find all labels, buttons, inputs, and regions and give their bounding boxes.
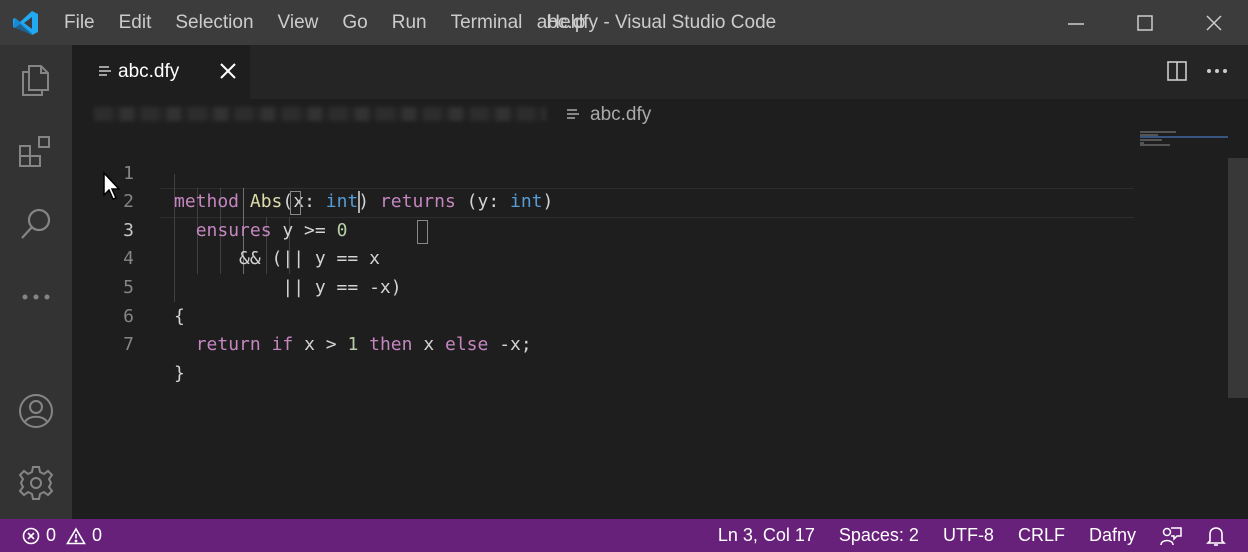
explorer-button[interactable] — [0, 50, 72, 110]
breadcrumb: abc.dfy — [72, 99, 1248, 131]
editor-actions — [1166, 60, 1228, 82]
code-line: 4 || y == -x) — [72, 217, 1132, 298]
editor-tab-bar: abc.dfy — [72, 45, 1248, 99]
minimap[interactable] — [1140, 131, 1228, 519]
maximize-button[interactable] — [1110, 0, 1179, 45]
code-line: 2 ensures y >= 0 — [72, 160, 1132, 241]
vertical-scrollbar[interactable] — [1228, 158, 1248, 398]
settings-gear-icon — [18, 466, 54, 500]
minimap-line — [1140, 139, 1162, 141]
more-button[interactable] — [0, 267, 72, 327]
minimap-line — [1140, 144, 1170, 146]
code-text: } — [174, 362, 185, 384]
more-actions-icon[interactable] — [1206, 68, 1228, 74]
title-bar: File Edit Selection View Go Run Terminal… — [0, 0, 1248, 45]
manage-button[interactable] — [0, 453, 72, 513]
close-tab-icon[interactable] — [218, 61, 238, 81]
blurred-path — [94, 107, 546, 121]
search-button[interactable] — [0, 194, 72, 254]
error-count: 0 — [46, 525, 57, 545]
status-bar-right: Ln 3, Col 17 Spaces: 2 UTF-8 CRLF Dafny — [718, 519, 1226, 552]
text-cursor — [358, 191, 360, 213]
minimap-line — [1140, 131, 1176, 133]
status-bar: 0 0 Ln 3, Col 17 Spaces: 2 UTF-8 CRLF Da… — [0, 519, 1248, 552]
language-mode[interactable]: Dafny — [1089, 525, 1136, 546]
feedback-icon[interactable] — [1160, 525, 1182, 547]
close-icon — [1205, 14, 1222, 31]
explorer-icon — [22, 65, 49, 96]
account-icon — [19, 394, 53, 428]
minimap-current-line — [1140, 136, 1228, 138]
mouse-pointer-icon — [103, 171, 121, 200]
minimize-button[interactable] — [1041, 0, 1110, 45]
search-icon — [21, 208, 51, 239]
file-lines-icon — [567, 109, 579, 119]
code-editor[interactable]: 1 method Abs(x: int) returns (y: int) 2 … — [72, 131, 1248, 519]
minimize-icon — [1067, 22, 1084, 25]
extensions-button[interactable] — [0, 123, 72, 183]
accounts-button[interactable] — [0, 381, 72, 441]
tab-label: abc.dfy — [118, 61, 180, 82]
tab-abc-dfy[interactable]: abc.dfy — [72, 45, 250, 99]
more-icon — [22, 294, 50, 300]
warning-icon — [66, 526, 86, 544]
window-controls — [1041, 0, 1248, 45]
error-icon — [22, 527, 40, 544]
code-text: return if x > 1 then x else -x; — [195, 334, 532, 356]
breadcrumb-file-label: abc.dfy — [590, 104, 652, 125]
code-line: 7 } — [72, 303, 1132, 384]
code-line: 3 && (|| y == x — [72, 188, 1132, 270]
cursor-position[interactable]: Ln 3, Col 17 — [718, 525, 815, 546]
notifications-bell-icon[interactable] — [1206, 525, 1226, 547]
close-window-button[interactable] — [1179, 0, 1248, 45]
breadcrumb-file[interactable]: abc.dfy — [566, 104, 651, 126]
problems-indicator[interactable]: 0 0 — [22, 519, 102, 552]
maximize-icon — [1136, 14, 1153, 31]
code-line: 1 method Abs(x: int) returns (y: int) — [72, 131, 1132, 213]
end-of-line[interactable]: CRLF — [1018, 525, 1065, 546]
line-number: 7 — [123, 334, 134, 356]
file-encoding[interactable]: UTF-8 — [943, 525, 994, 546]
split-editor-icon[interactable] — [1166, 60, 1188, 82]
file-lines-icon — [99, 66, 111, 76]
bracket-match-highlight — [290, 191, 301, 215]
activity-bar — [0, 45, 72, 519]
bracket-match-highlight — [417, 220, 428, 244]
code-line: 5 { — [72, 245, 1132, 327]
extensions-icon — [19, 136, 50, 167]
warning-count: 0 — [92, 525, 103, 545]
code-line: 6 return if x > 1 then x else -x; — [72, 274, 1132, 356]
indentation-setting[interactable]: Spaces: 2 — [839, 525, 919, 546]
